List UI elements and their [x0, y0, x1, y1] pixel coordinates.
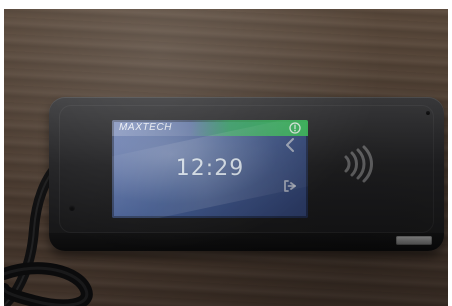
back-arrow-icon[interactable] — [281, 136, 299, 154]
payment-terminal: MAXTECH 12:29 — [49, 97, 444, 251]
time-display: 12:29 — [175, 156, 245, 181]
exit-icon[interactable] — [281, 177, 299, 195]
device-base-shadow — [49, 233, 444, 251]
mount-hole-right — [426, 111, 430, 115]
nfc-contactless-icon — [344, 145, 373, 183]
touchscreen[interactable]: MAXTECH 12:29 — [112, 120, 308, 218]
photo: MAXTECH 12:29 — [4, 9, 448, 306]
status-icon — [289, 122, 301, 134]
screen-top-bar: MAXTECH — [112, 120, 308, 136]
brand-logo: MAXTECH — [119, 122, 173, 133]
mount-hole-left — [69, 205, 75, 211]
